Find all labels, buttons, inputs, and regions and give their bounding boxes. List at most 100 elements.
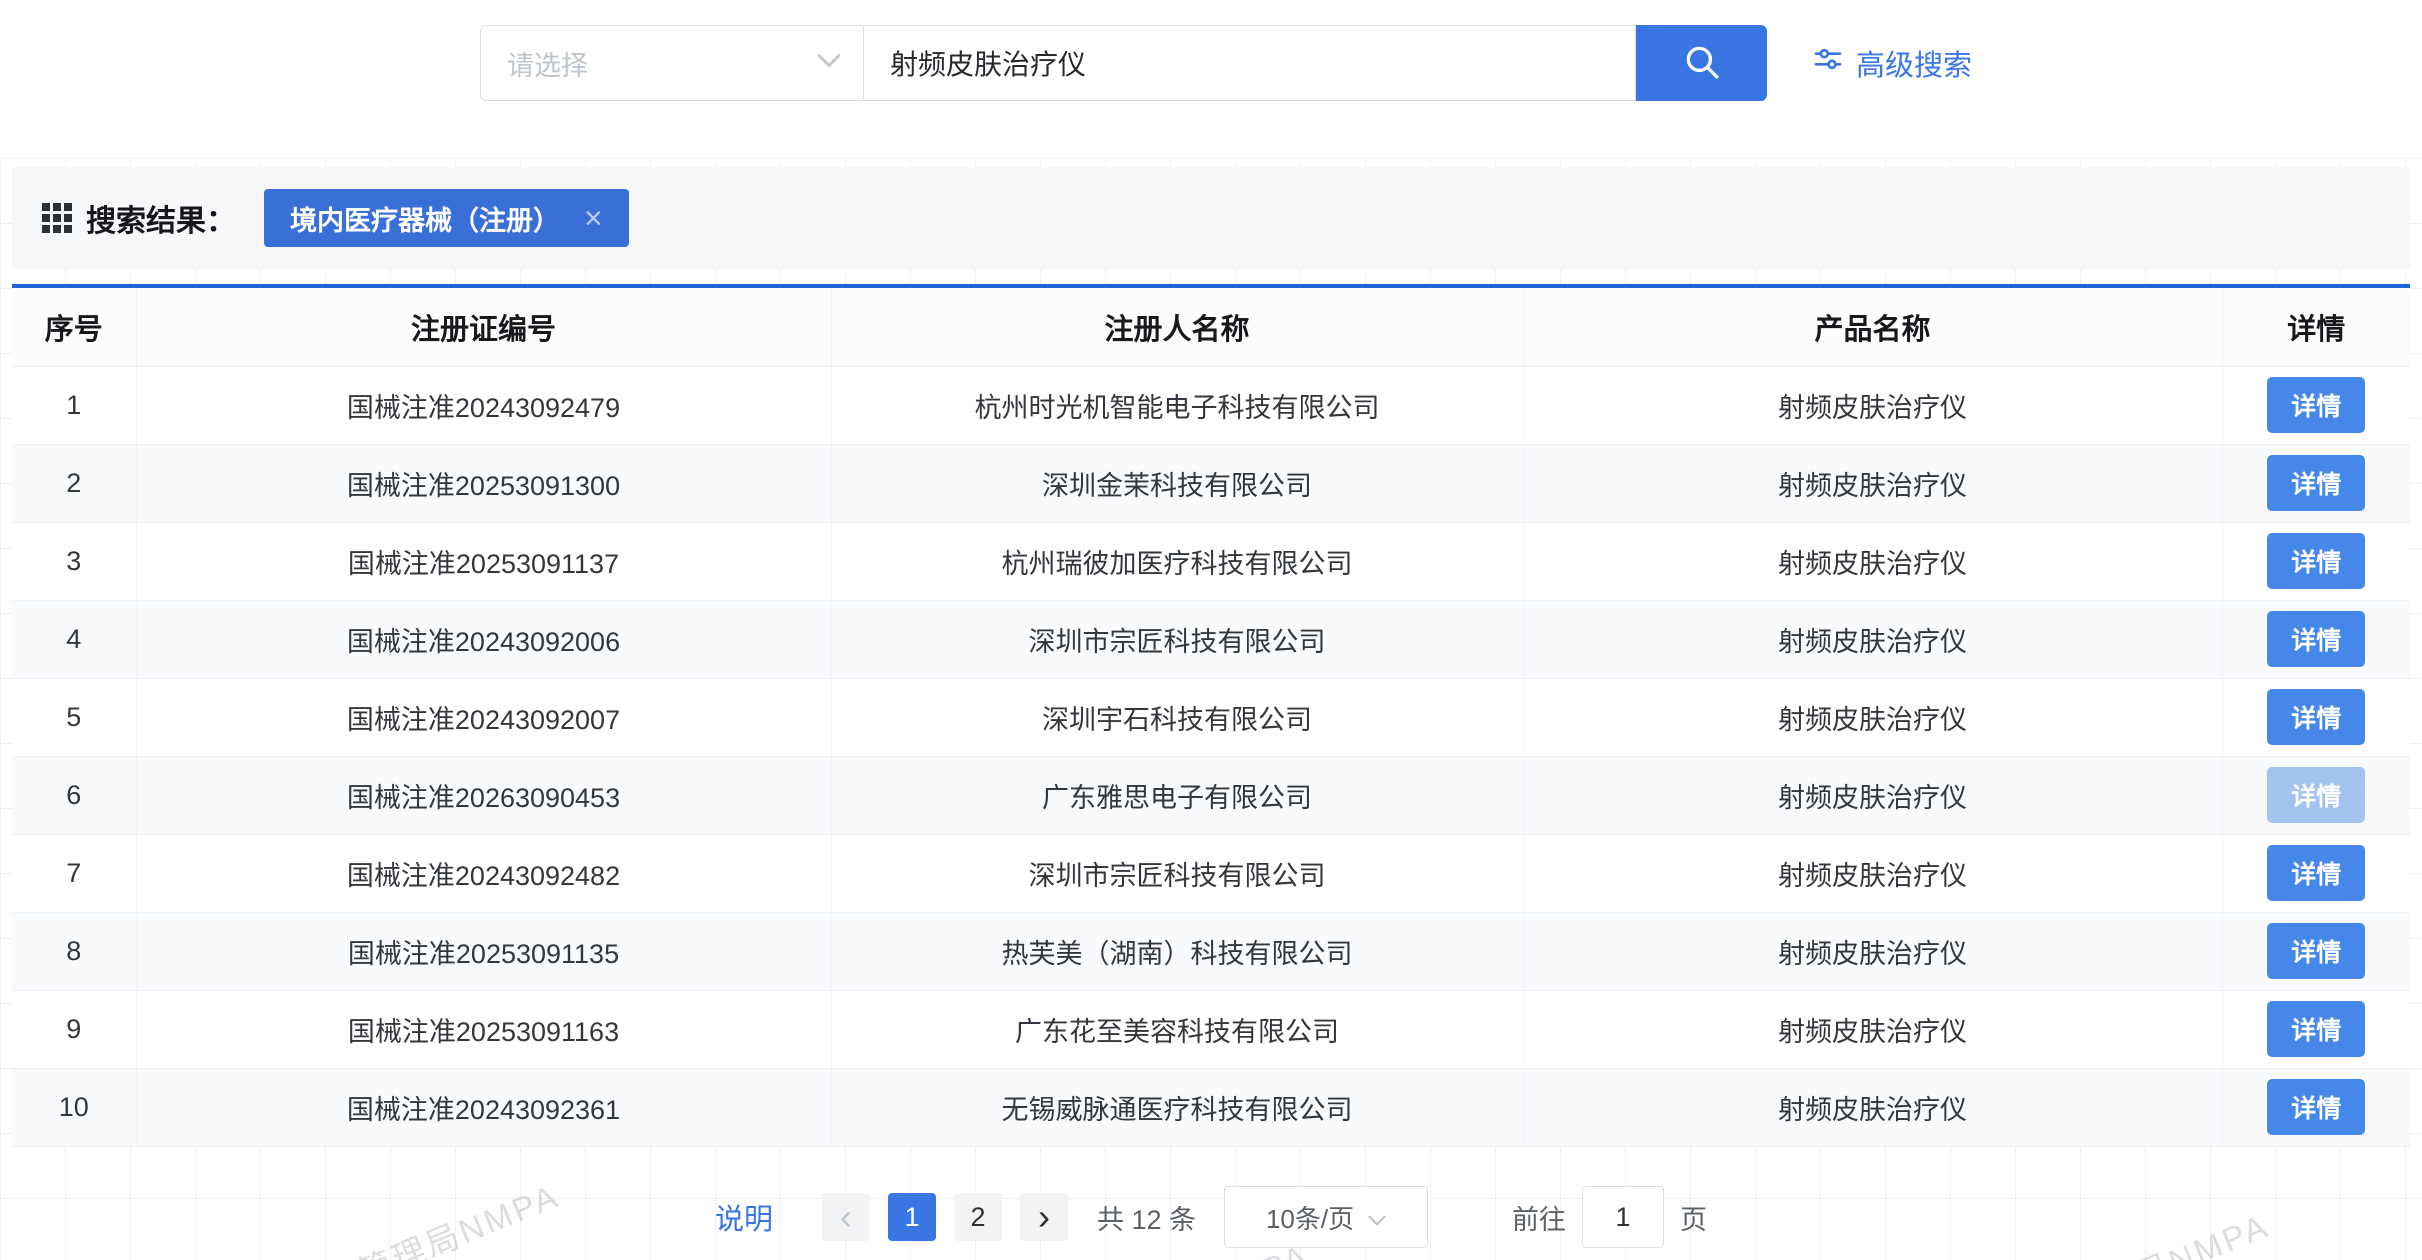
detail-button[interactable]: 详情 [2267,611,2365,667]
detail-button[interactable]: 详情 [2267,455,2365,511]
total-count-label: 共 12 条 [1097,1198,1196,1237]
table-row: 9国械注准20253091163广东花至美容科技有限公司射频皮肤治疗仪详情 [12,990,2410,1068]
detail-button[interactable]: 详情 [2267,689,2365,745]
col-header-product: 产品名称 [1523,288,2222,366]
cell-reg-no: 国械注准20243092361 [136,1068,831,1146]
detail-button[interactable]: 详情 [2267,377,2365,433]
cell-registrant: 深圳金茉科技有限公司 [831,444,1523,522]
goto-page: 前往 页 [1512,1186,1707,1248]
filter-sliders-icon [1812,43,1844,83]
cell-detail: 详情 [2222,522,2410,600]
cell-registrant: 热芙美（湖南）科技有限公司 [831,912,1523,990]
results-bar: 搜索结果： 境内医疗器械（注册） × [12,167,2410,269]
table-row: 1国械注准20243092479杭州时光机智能电子科技有限公司射频皮肤治疗仪详情 [12,366,2410,444]
cell-registrant: 深圳宇石科技有限公司 [831,678,1523,756]
results-label: 搜索结果： [86,196,236,240]
col-header-registrant: 注册人名称 [831,288,1523,366]
col-header-reg-no: 注册证编号 [136,288,831,366]
search-button[interactable] [1636,25,1767,101]
cell-product: 射频皮肤治疗仪 [1523,678,2222,756]
cell-product: 射频皮肤治疗仪 [1523,912,2222,990]
table-row: 2国械注准20253091300深圳金茉科技有限公司射频皮肤治疗仪详情 [12,444,2410,522]
cell-no: 3 [12,522,136,600]
chevron-down-icon [817,53,841,73]
cell-reg-no: 国械注准20253091135 [136,912,831,990]
note-link[interactable]: 说明 [715,1196,773,1238]
cell-registrant: 无锡威脉通医疗科技有限公司 [831,1068,1523,1146]
grid-icon [42,203,72,233]
detail-button[interactable]: 详情 [2267,845,2365,901]
cell-no: 2 [12,444,136,522]
col-header-detail: 详情 [2222,288,2410,366]
cell-registrant: 广东花至美容科技有限公司 [831,990,1523,1068]
cell-product: 射频皮肤治疗仪 [1523,522,2222,600]
cell-reg-no: 国械注准20253091300 [136,444,831,522]
cell-no: 10 [12,1068,136,1146]
detail-button[interactable]: 详情 [2267,533,2365,589]
advanced-search-link[interactable]: 高级搜索 [1812,25,1972,101]
page: 国家药品监督管理局NMPA 国家药品监督管理局NMPA 国家药品监督管理局NMP… [0,0,2422,1260]
detail-button[interactable]: 详情 [2267,1001,2365,1057]
table-row: 8国械注准20253091135热芙美（湖南）科技有限公司射频皮肤治疗仪详情 [12,912,2410,990]
goto-prefix-label: 前往 [1512,1198,1566,1237]
col-header-index: 序号 [12,288,136,366]
table-row: 4国械注准20243092006深圳市宗匠科技有限公司射频皮肤治疗仪详情 [12,600,2410,678]
cell-product: 射频皮肤治疗仪 [1523,834,2222,912]
page-button-2[interactable]: 2 [954,1193,1002,1241]
category-select-placeholder: 请选择 [507,44,588,83]
cell-no: 7 [12,834,136,912]
table-header-row: 序号 注册证编号 注册人名称 产品名称 详情 [12,288,2410,366]
close-icon[interactable]: × [584,202,603,234]
detail-button[interactable]: 详情 [2267,1079,2365,1135]
cell-registrant: 深圳市宗匠科技有限公司 [831,600,1523,678]
cell-detail: 详情 [2222,444,2410,522]
cell-registrant: 深圳市宗匠科技有限公司 [831,834,1523,912]
cell-detail: 详情 [2222,1068,2410,1146]
category-select[interactable]: 请选择 [480,25,864,101]
cell-detail: 详情 [2222,834,2410,912]
cell-reg-no: 国械注准20263090453 [136,756,831,834]
cell-detail: 详情 [2222,600,2410,678]
cell-no: 8 [12,912,136,990]
cell-product: 射频皮肤治疗仪 [1523,366,2222,444]
cell-registrant: 杭州时光机智能电子科技有限公司 [831,366,1523,444]
page-size-label: 10条/页 [1266,1199,1354,1236]
table-body: 1国械注准20243092479杭州时光机智能电子科技有限公司射频皮肤治疗仪详情… [12,366,2410,1146]
cell-no: 1 [12,366,136,444]
table-row: 6国械注准20263090453广东雅思电子有限公司射频皮肤治疗仪详情 [12,756,2410,834]
cell-reg-no: 国械注准20243092482 [136,834,831,912]
table-row: 7国械注准20243092482深圳市宗匠科技有限公司射频皮肤治疗仪详情 [12,834,2410,912]
cell-product: 射频皮肤治疗仪 [1523,990,2222,1068]
cell-registrant: 杭州瑞彼加医疗科技有限公司 [831,522,1523,600]
cell-reg-no: 国械注准20253091137 [136,522,831,600]
goto-suffix-label: 页 [1680,1198,1707,1237]
search-icon [1681,41,1723,86]
search-input[interactable] [864,25,1636,101]
next-page-button[interactable]: › [1020,1193,1068,1241]
cell-detail: 详情 [2222,678,2410,756]
cell-reg-no: 国械注准20243092479 [136,366,831,444]
cell-product: 射频皮肤治疗仪 [1523,1068,2222,1146]
cell-no: 5 [12,678,136,756]
goto-page-input[interactable] [1582,1186,1664,1248]
cell-product: 射频皮肤治疗仪 [1523,756,2222,834]
cell-reg-no: 国械注准20253091163 [136,990,831,1068]
filter-tag-domestic-registered[interactable]: 境内医疗器械（注册） × [264,189,629,247]
cell-detail: 详情 [2222,756,2410,834]
page-size-select[interactable]: 10条/页 [1224,1186,1428,1248]
table-row: 3国械注准20253091137杭州瑞彼加医疗科技有限公司射频皮肤治疗仪详情 [12,522,2410,600]
table-row: 10国械注准20243092361无锡威脉通医疗科技有限公司射频皮肤治疗仪详情 [12,1068,2410,1146]
detail-button[interactable]: 详情 [2267,767,2365,823]
table-row: 5国械注准20243092007深圳宇石科技有限公司射频皮肤治疗仪详情 [12,678,2410,756]
detail-button[interactable]: 详情 [2267,923,2365,979]
page-button-1[interactable]: 1 [888,1193,936,1241]
cell-detail: 详情 [2222,912,2410,990]
cell-detail: 详情 [2222,990,2410,1068]
results-table: 序号 注册证编号 注册人名称 产品名称 详情 1国械注准20243092479杭… [12,284,2410,1147]
filter-tag-label: 境内医疗器械（注册） [290,199,560,238]
prev-page-button[interactable]: ‹ [822,1193,870,1241]
cell-reg-no: 国械注准20243092006 [136,600,831,678]
cell-product: 射频皮肤治疗仪 [1523,444,2222,522]
pagination: 说明 ‹ 1 2 › 共 12 条 10条/页 前往 页 [0,1186,2422,1248]
cell-reg-no: 国械注准20243092007 [136,678,831,756]
